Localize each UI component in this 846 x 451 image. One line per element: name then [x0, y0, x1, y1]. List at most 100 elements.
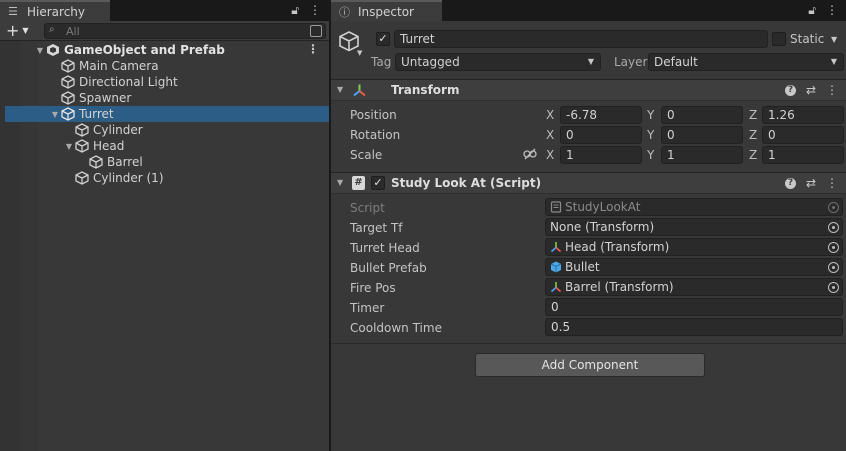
lock-icon[interactable]: 🔓︎ — [291, 3, 299, 18]
add-component-button[interactable]: Add Component — [475, 353, 705, 377]
presets-icon[interactable]: ⇄ — [806, 83, 816, 97]
hierarchy-item-label: GameObject and Prefab — [64, 43, 225, 57]
hierarchy-item-label: Cylinder (1) — [93, 171, 164, 185]
hierarchy-item-head[interactable]: ▼ Head — [5, 138, 329, 154]
info-icon: ⓘ — [339, 5, 350, 19]
hierarchy-toolbar: + ▼ ⌕ All — [0, 21, 329, 41]
layer-label: Layer — [614, 55, 648, 69]
transform-axes-icon — [550, 282, 562, 293]
fire-pos-field[interactable]: Barrel (Transform) — [545, 278, 843, 296]
rotation-x-axis-label[interactable]: X — [546, 128, 554, 142]
scale-x-field[interactable]: 1 — [560, 146, 642, 164]
script-value: StudyLookAt — [565, 200, 641, 214]
scale-x-axis-label[interactable]: X — [546, 148, 554, 162]
component-menu-icon[interactable]: ⋮ — [826, 176, 838, 190]
scale-y-field[interactable]: 1 — [661, 146, 743, 164]
fold-arrow-icon[interactable]: ▼ — [337, 178, 343, 187]
gameobject-cube-icon — [61, 59, 75, 73]
list-icon: ☰ — [8, 5, 18, 18]
hierarchy-item-cylinder-1[interactable]: Cylinder (1) — [5, 170, 329, 186]
icon-dropdown-caret-icon[interactable]: ▼ — [357, 49, 362, 57]
transform-header[interactable]: ▼ Transform ? ⇄ ⋮ — [331, 79, 846, 101]
tab-hierarchy[interactable]: ☰ Hierarchy — [0, 0, 110, 21]
object-name-field[interactable]: Turret — [394, 30, 768, 48]
hierarchy-item-label: Spawner — [79, 91, 132, 105]
search-icon: ⌕ — [49, 24, 55, 35]
scene-kebab-icon[interactable]: ⋮ — [307, 42, 319, 56]
rotation-y-axis-label[interactable]: Y — [647, 128, 654, 142]
static-label: Static — [790, 32, 825, 46]
target-tf-label: Target Tf — [350, 221, 403, 235]
static-dropdown-caret-icon[interactable]: ▼ — [831, 35, 837, 44]
cooldown-time-field[interactable]: 0.5 — [545, 318, 843, 336]
hierarchy-item-main-camera[interactable]: Main Camera — [5, 58, 329, 74]
hierarchy-item-cylinder[interactable]: Cylinder — [5, 122, 329, 138]
rotation-x-field[interactable]: 0 — [560, 126, 642, 144]
script-tools: ? ⇄ ⋮ — [784, 176, 838, 190]
fold-arrow-icon[interactable]: ▼ — [50, 110, 60, 119]
inspector-tab-tools: 🔓︎ ⋮ — [808, 3, 838, 18]
help-icon[interactable]: ? — [784, 85, 796, 96]
object-picker-icon[interactable] — [828, 262, 839, 273]
hierarchy-item-label: Directional Light — [79, 75, 178, 89]
kebab-menu-icon[interactable]: ⋮ — [309, 3, 321, 18]
position-x-axis-label[interactable]: X — [546, 108, 554, 122]
rotation-z-field[interactable]: 0 — [762, 126, 844, 144]
script-component-header[interactable]: ▼ # ✓ Study Look At (Script) ? ⇄ ⋮ — [331, 172, 846, 194]
layer-value: Default — [654, 55, 698, 69]
help-icon[interactable]: ? — [784, 178, 796, 189]
layer-dropdown[interactable]: Default — [648, 53, 844, 71]
hierarchy-item-turret[interactable]: ▼ Turret — [5, 106, 329, 122]
hierarchy-item-scene[interactable]: ▼ GameObject and Prefab ⋮ — [5, 42, 329, 58]
presets-icon[interactable]: ⇄ — [806, 176, 816, 190]
search-filter-icon[interactable] — [310, 25, 322, 37]
fold-arrow-icon[interactable]: ▼ — [35, 46, 45, 55]
constrain-proportions-icon[interactable] — [523, 148, 537, 160]
tab-inspector[interactable]: ⓘ Inspector — [331, 0, 442, 21]
plus-icon: + — [6, 21, 20, 40]
scale-y-axis-label[interactable]: Y — [647, 148, 654, 162]
hierarchy-item-barrel[interactable]: Barrel — [5, 154, 329, 170]
kebab-menu-icon[interactable]: ⋮ — [826, 3, 838, 18]
target-tf-field[interactable]: None (Transform) — [545, 218, 843, 236]
rotation-label: Rotation — [350, 128, 401, 142]
rotation-z-axis-label[interactable]: Z — [749, 128, 757, 142]
scale-z-axis-label[interactable]: Z — [749, 148, 757, 162]
tag-label: Tag — [371, 55, 392, 69]
script-enabled-checkbox[interactable]: ✓ — [371, 176, 385, 190]
turret-head-field[interactable]: Head (Transform) — [545, 238, 843, 256]
tab-hierarchy-label: Hierarchy — [27, 4, 86, 19]
scale-z-field[interactable]: 1 — [762, 146, 844, 164]
fire-pos-value: Barrel (Transform) — [565, 280, 674, 294]
script-component-title: Study Look At (Script) — [391, 176, 542, 190]
hierarchy-item-label: Cylinder — [93, 123, 143, 137]
fold-arrow-icon[interactable]: ▼ — [337, 85, 343, 94]
static-checkbox[interactable] — [772, 32, 786, 46]
position-z-field[interactable]: 1.26 — [762, 106, 844, 124]
tag-dropdown[interactable]: Untagged — [395, 53, 601, 71]
script-label: Script — [350, 201, 385, 215]
position-y-field[interactable]: 0 — [661, 106, 743, 124]
hierarchy-item-spawner[interactable]: Spawner — [5, 90, 329, 106]
object-picker-icon[interactable] — [828, 222, 839, 233]
bullet-prefab-field[interactable]: Bullet — [545, 258, 843, 276]
tab-inspector-label: Inspector — [358, 4, 414, 19]
active-checkbox[interactable]: ✓ — [376, 32, 390, 46]
rotation-y-field[interactable]: 0 — [661, 126, 743, 144]
hierarchy-search-input[interactable]: ⌕ All — [44, 23, 326, 39]
position-x-field[interactable]: -6.78 — [560, 106, 642, 124]
hierarchy-item-label: Main Camera — [79, 59, 159, 73]
hierarchy-panel: + ▼ ⌕ All ▼ GameObject and Prefab ⋮ Main… — [0, 21, 329, 451]
position-label: Position — [350, 108, 397, 122]
create-button[interactable]: + ▼ — [6, 21, 36, 40]
position-y-axis-label[interactable]: Y — [647, 108, 654, 122]
hierarchy-item-directional-light[interactable]: Directional Light — [5, 74, 329, 90]
position-z-axis-label[interactable]: Z — [749, 108, 757, 122]
prefab-cube-icon — [550, 261, 562, 273]
lock-icon[interactable]: 🔓︎ — [808, 3, 816, 18]
object-picker-icon[interactable] — [828, 242, 839, 253]
object-picker-icon[interactable] — [828, 282, 839, 293]
fold-arrow-icon[interactable]: ▼ — [64, 142, 74, 151]
timer-field[interactable]: 0 — [545, 298, 843, 316]
component-menu-icon[interactable]: ⋮ — [826, 83, 838, 97]
